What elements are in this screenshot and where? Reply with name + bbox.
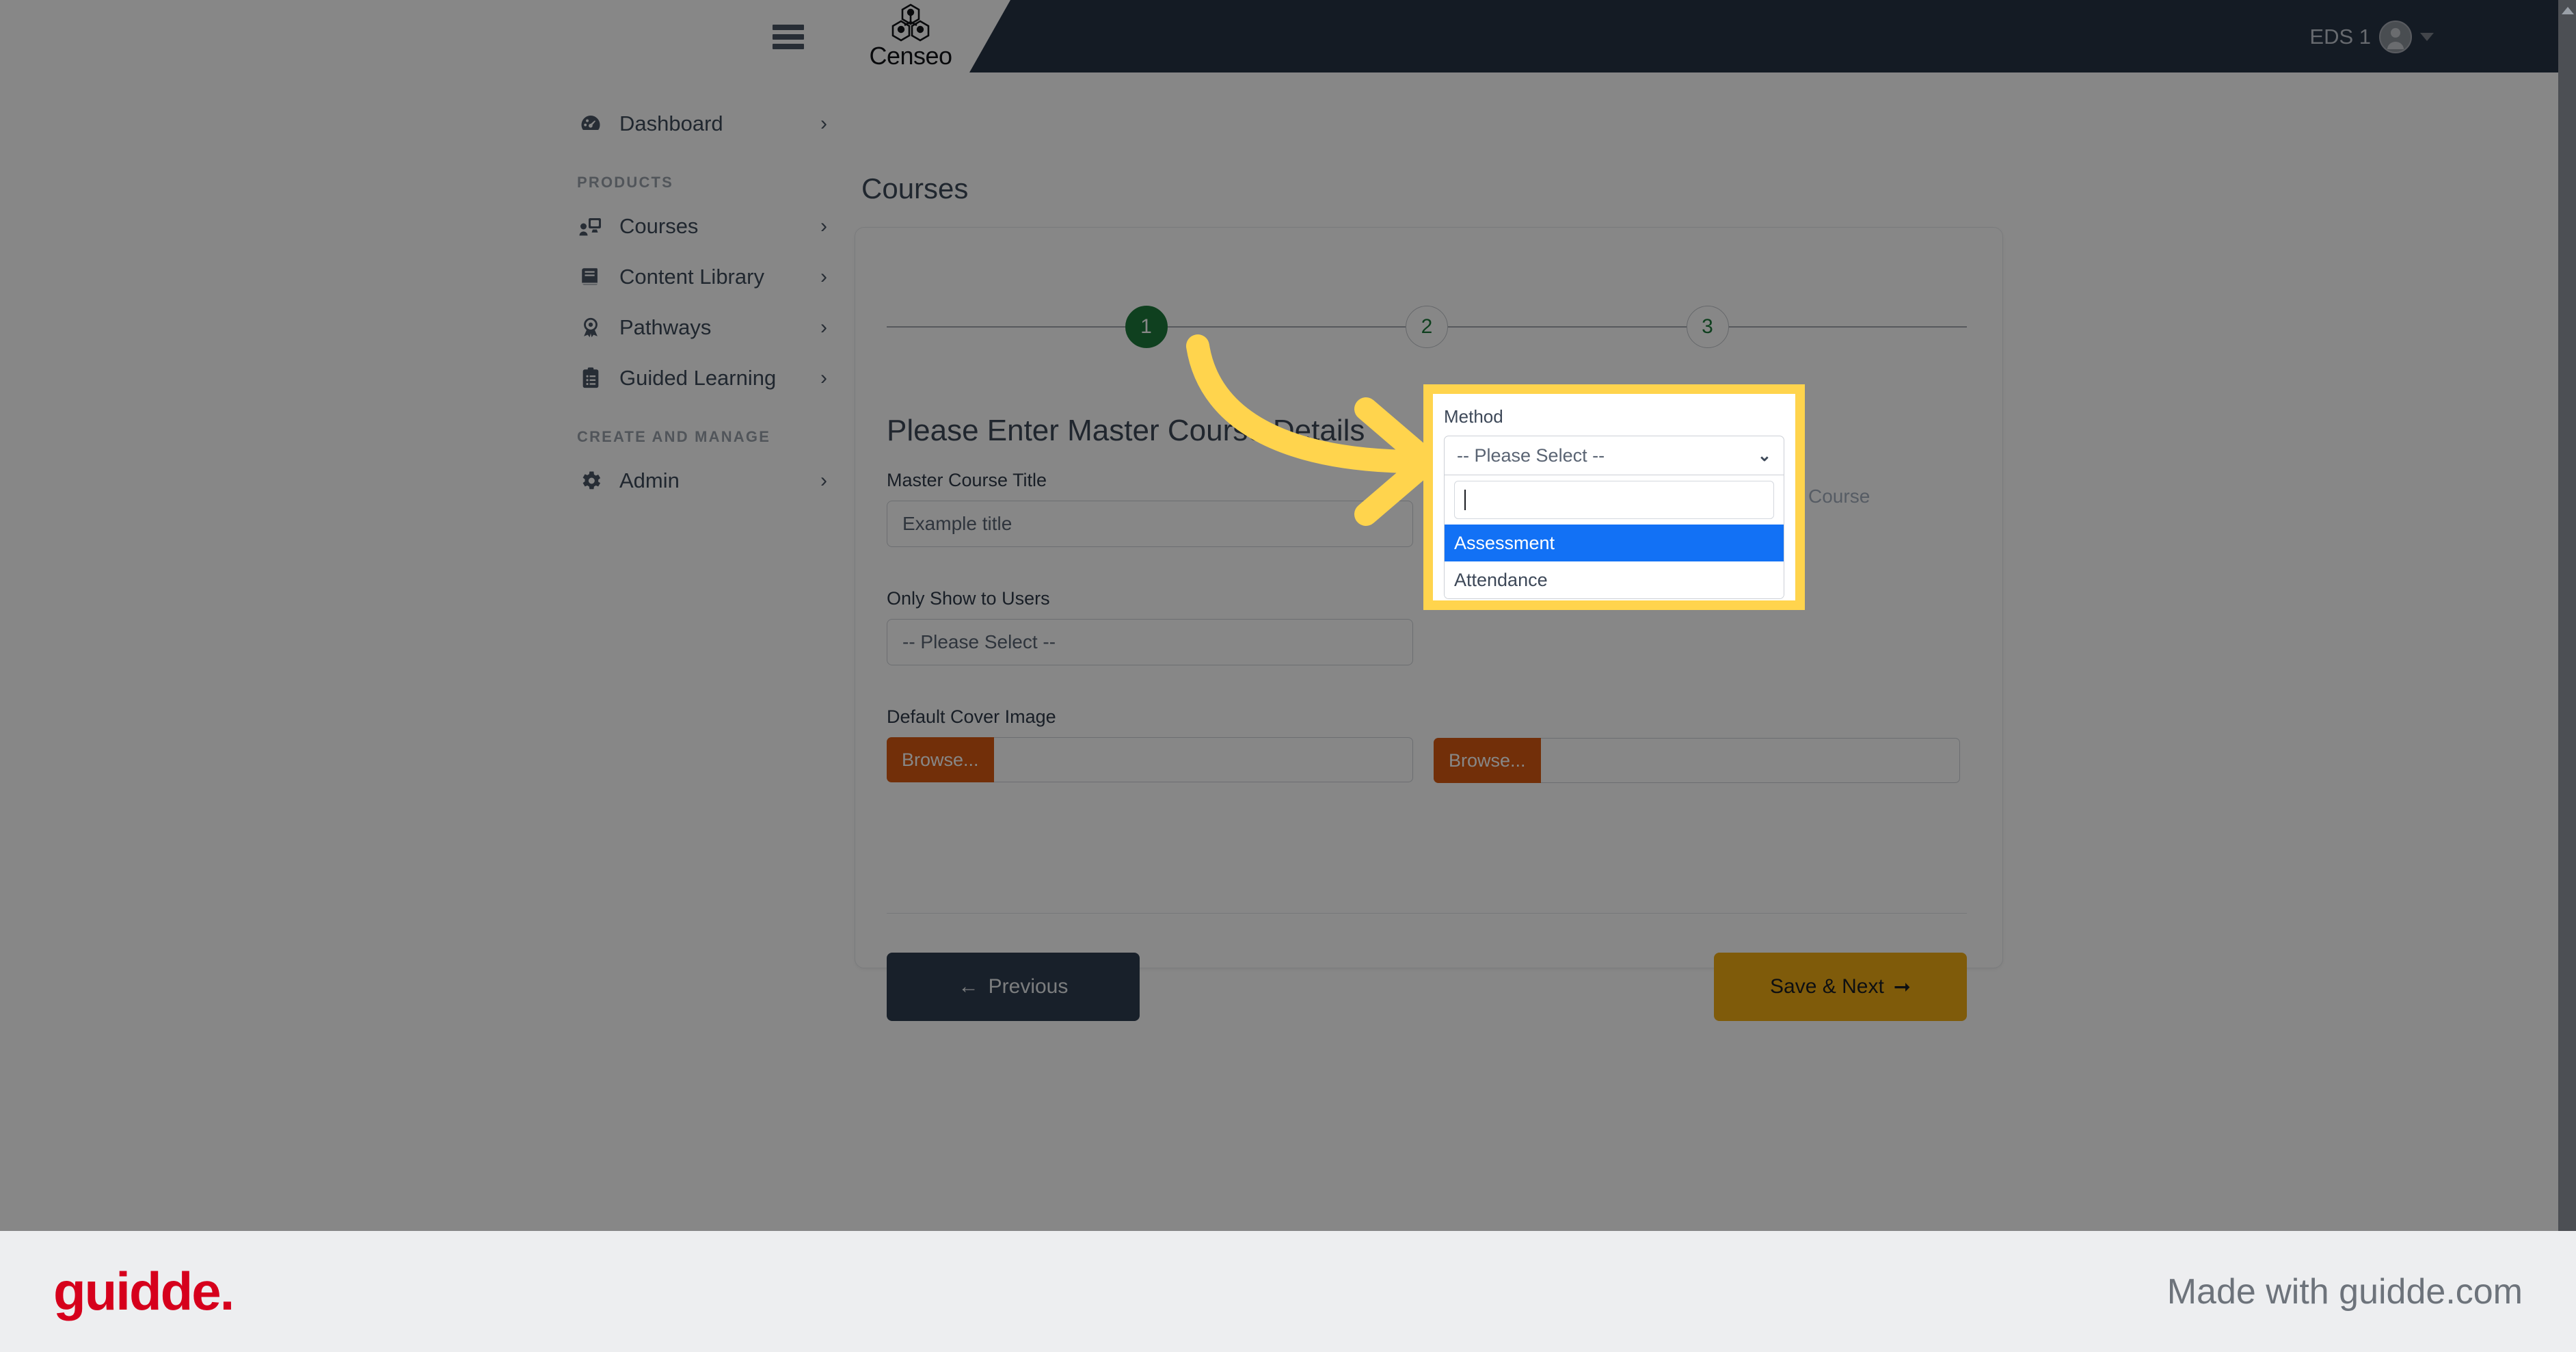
field-label: Only Show to Users (887, 588, 1050, 609)
sidebar-item-guided-learning[interactable]: Guided Learning › (561, 353, 848, 403)
method-select-trigger[interactable]: -- Please Select -- ⌄ (1444, 436, 1784, 475)
only-show-to-users-select[interactable]: -- Please Select -- (887, 619, 1413, 665)
made-with-guidde-text: Made with guidde.com (2166, 1271, 2523, 1312)
method-option-attendance[interactable]: Attendance (1445, 561, 1784, 598)
chevron-down-icon: ⌄ (1757, 446, 1771, 465)
hamburger-icon[interactable] (773, 25, 804, 49)
file-name-field[interactable] (993, 737, 1413, 782)
chevron-right-icon: › (820, 265, 827, 288)
chevron-down-icon (2420, 33, 2434, 41)
arrow-right-icon: ➞ (1893, 975, 1911, 998)
courses-screen-icon (576, 213, 606, 240)
previous-button-label: Previous (988, 975, 1069, 998)
field-default-cover-image: Default Cover Image Browse... (887, 706, 1413, 782)
brand-logo[interactable]: Censeo (842, 3, 979, 70)
page-title: Courses (861, 172, 969, 204)
step-1[interactable]: 1 (1125, 306, 1168, 348)
chevron-right-icon: › (820, 469, 827, 492)
vertical-scrollbar[interactable] (2558, 0, 2576, 1231)
method-option-assessment[interactable]: Assessment (1445, 525, 1784, 561)
sidebar-item-label: Courses (619, 214, 699, 238)
step-connector (1448, 326, 1687, 328)
default-cover-image-file-row: Browse... (887, 737, 1413, 782)
sidebar-navigation: Dashboard › PRODUCTS Courses › Content L… (561, 72, 848, 1231)
sidebar-item-label: Content Library (619, 265, 764, 289)
method-dropdown-panel: Method -- Please Select -- ⌄ Assessment … (1433, 394, 1795, 600)
previous-button[interactable]: ← Previous (887, 953, 1140, 1021)
sidebar-section-create-and-manage: CREATE AND MANAGE (577, 428, 771, 445)
method-dropdown-list: Assessment Attendance (1444, 475, 1784, 599)
sidebar-section-products: PRODUCTS (577, 174, 674, 191)
user-name: EDS 1 (2309, 25, 2371, 49)
application-window: Censeo EDS 1 Dashboard › PRODUCTS Course… (0, 0, 2576, 1231)
arrow-left-icon: ← (958, 975, 979, 998)
method-search-wrapper (1445, 475, 1784, 525)
field-label: Master Course Title (887, 470, 1047, 490)
file-name-field[interactable] (1540, 738, 1960, 783)
chevron-right-icon: › (820, 112, 827, 135)
form-column-left: Master Course Title Example title Only S… (887, 470, 1413, 823)
browse-button[interactable]: Browse... (1434, 738, 1541, 783)
save-and-next-button[interactable]: Save & Next ➞ (1714, 953, 1967, 1021)
step-connector (887, 326, 1125, 328)
scroll-up-arrow-icon[interactable] (2562, 7, 2574, 14)
sidebar-item-label: Dashboard (619, 111, 723, 135)
book-icon (576, 263, 606, 291)
field-course-file: Browse... (1434, 738, 1960, 783)
method-search-input[interactable] (1454, 481, 1774, 519)
main-content: Courses 1 2 3 Please Enter Master Course… (848, 72, 2576, 1231)
step-connector (1167, 326, 1406, 328)
method-dropdown-highlight: Method -- Please Select -- ⌄ Assessment … (1423, 384, 1805, 610)
course-field-label-partial: Course (1808, 486, 1870, 507)
save-next-button-label: Save & Next (1770, 975, 1884, 998)
sidebar-item-pathways[interactable]: Pathways › (561, 302, 848, 353)
form-heading: Please Enter Master Course Details (887, 414, 1365, 447)
sidebar-item-dashboard[interactable]: Dashboard › (561, 98, 848, 149)
brand-name: Censeo (869, 42, 952, 70)
section-divider (887, 913, 1967, 914)
wizard-stepper: 1 2 3 (887, 296, 1967, 358)
field-only-show-to-users: Only Show to Users -- Please Select -- (887, 588, 1413, 665)
hamburger-bar-2 (773, 34, 804, 40)
hamburger-bar-1 (773, 25, 804, 30)
chevron-right-icon: › (820, 215, 827, 237)
field-master-course-title: Master Course Title Example title (887, 470, 1413, 547)
course-file-row: Browse... (1434, 738, 1960, 783)
text-cursor-icon (1464, 490, 1466, 510)
method-field-label: Method (1444, 406, 1503, 427)
hamburger-bar-3 (773, 44, 804, 49)
sidebar-item-content-library[interactable]: Content Library › (561, 252, 848, 302)
user-avatar-icon (2379, 21, 2412, 53)
browse-button[interactable]: Browse... (887, 737, 994, 782)
method-select-value: -- Please Select -- (1457, 445, 1605, 466)
step-connector (1728, 326, 1967, 328)
user-menu[interactable]: EDS 1 (2309, 18, 2434, 56)
dashboard-gauge-icon (576, 110, 606, 137)
sidebar-item-admin[interactable]: Admin › (561, 455, 848, 506)
censeo-hexagon-logo-icon (889, 3, 932, 42)
sidebar-item-label: Guided Learning (619, 366, 777, 390)
step-2[interactable]: 2 (1406, 306, 1448, 348)
chevron-right-icon: › (820, 367, 827, 389)
guidde-logo: guidde. (53, 1261, 234, 1321)
top-navigation-bar: Censeo EDS 1 (0, 0, 2576, 72)
chevron-right-icon: › (820, 316, 827, 339)
step-3[interactable]: 3 (1686, 306, 1729, 348)
sidebar-item-label: Admin (619, 468, 680, 492)
clipboard-list-icon (576, 364, 606, 392)
award-ribbon-icon (576, 314, 606, 341)
master-course-title-input[interactable]: Example title (887, 501, 1413, 547)
guidde-footer: guidde. Made with guidde.com (0, 1231, 2576, 1352)
sidebar-item-courses[interactable]: Courses › (561, 201, 848, 252)
field-label: Default Cover Image (887, 706, 1056, 727)
gear-icon (576, 467, 606, 494)
sidebar-item-label: Pathways (619, 315, 712, 339)
